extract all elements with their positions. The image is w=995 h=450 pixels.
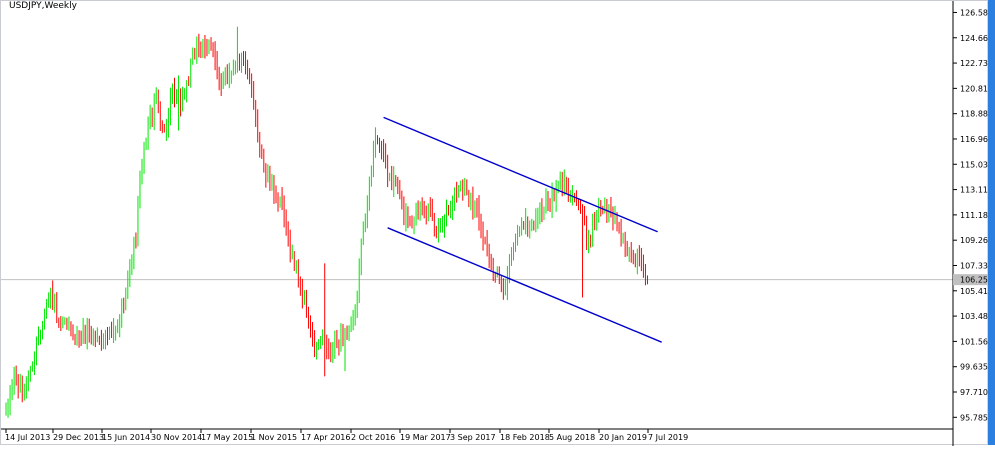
y-tick-label: 107.335 — [960, 261, 989, 270]
bid-price-label: 106.258 — [960, 276, 989, 285]
x-tick-label: 14 Jul 2013 — [5, 433, 50, 442]
y-tick-label: 118.885 — [960, 110, 989, 119]
chart-window: 126.585 124.660 122.735 120.810 118.885 116.9… — [0, 0, 995, 446]
window-right-border — [988, 0, 995, 445]
x-tick-label: 17 May 2015 — [201, 433, 253, 442]
y-tick-label: 120.810 — [960, 84, 989, 93]
x-tick-label: 17 Apr 2016 — [301, 433, 350, 442]
y-tick-label: 115.035 — [960, 160, 989, 169]
y-tick-label: 99.635 — [960, 363, 988, 372]
chart-frame: 126.585 124.660 122.735 120.810 118.885 116.9… — [0, 0, 993, 446]
x-tick-label: 19 Mar 2017 — [400, 433, 451, 442]
y-tick-label: 124.660 — [960, 34, 989, 43]
y-tick-label: 105.410 — [960, 287, 989, 296]
x-tick-label: 1 Nov 2015 — [251, 433, 297, 442]
candlestick-chart[interactable]: 126.585 124.660 122.735 120.810 118.885 116.9… — [1, 1, 993, 446]
x-tick-label: 15 Jun 2014 — [102, 433, 150, 442]
channel-line-upper[interactable] — [383, 116, 658, 233]
time-axis: 14 Jul 2013 29 Dec 201315 Jun 2014 30 Nov … — [5, 429, 688, 442]
y-tick-label: 126.585 — [960, 8, 989, 17]
x-tick-label: 7 Jul 2019 — [648, 433, 688, 442]
y-tick-label: 111.185 — [960, 211, 989, 220]
chart-title: USDJPY,Weekly — [9, 1, 77, 11]
channel-layer — [383, 116, 662, 343]
channel-line-lower[interactable] — [387, 227, 662, 343]
x-tick-label: 18 Feb 2018 — [500, 433, 550, 442]
y-tick-label: 97.710 — [960, 388, 988, 397]
y-tick-label: 95.785 — [960, 413, 988, 422]
x-tick-label: 2 Oct 2016 — [351, 433, 395, 442]
candles-layer — [5, 26, 648, 418]
y-tick-label: 109.260 — [960, 236, 989, 245]
price-axis: 126.585 124.660 122.735 120.810 118.885 116.9… — [953, 8, 993, 422]
x-tick-label: 3 Sep 2017 — [450, 433, 496, 442]
x-tick-label: 20 Jan 2019 — [599, 433, 647, 442]
y-tick-label: 116.960 — [960, 135, 989, 144]
x-tick-label: 5 Aug 2018 — [549, 433, 595, 442]
x-tick-label: 29 Dec 2013 — [53, 433, 104, 442]
y-tick-label: 122.735 — [960, 59, 989, 68]
y-tick-label: 101.560 — [960, 337, 989, 346]
y-tick-label: 103.485 — [960, 312, 989, 321]
y-tick-label: 113.110 — [960, 186, 989, 195]
x-tick-label: 30 Nov 2014 — [151, 433, 202, 442]
